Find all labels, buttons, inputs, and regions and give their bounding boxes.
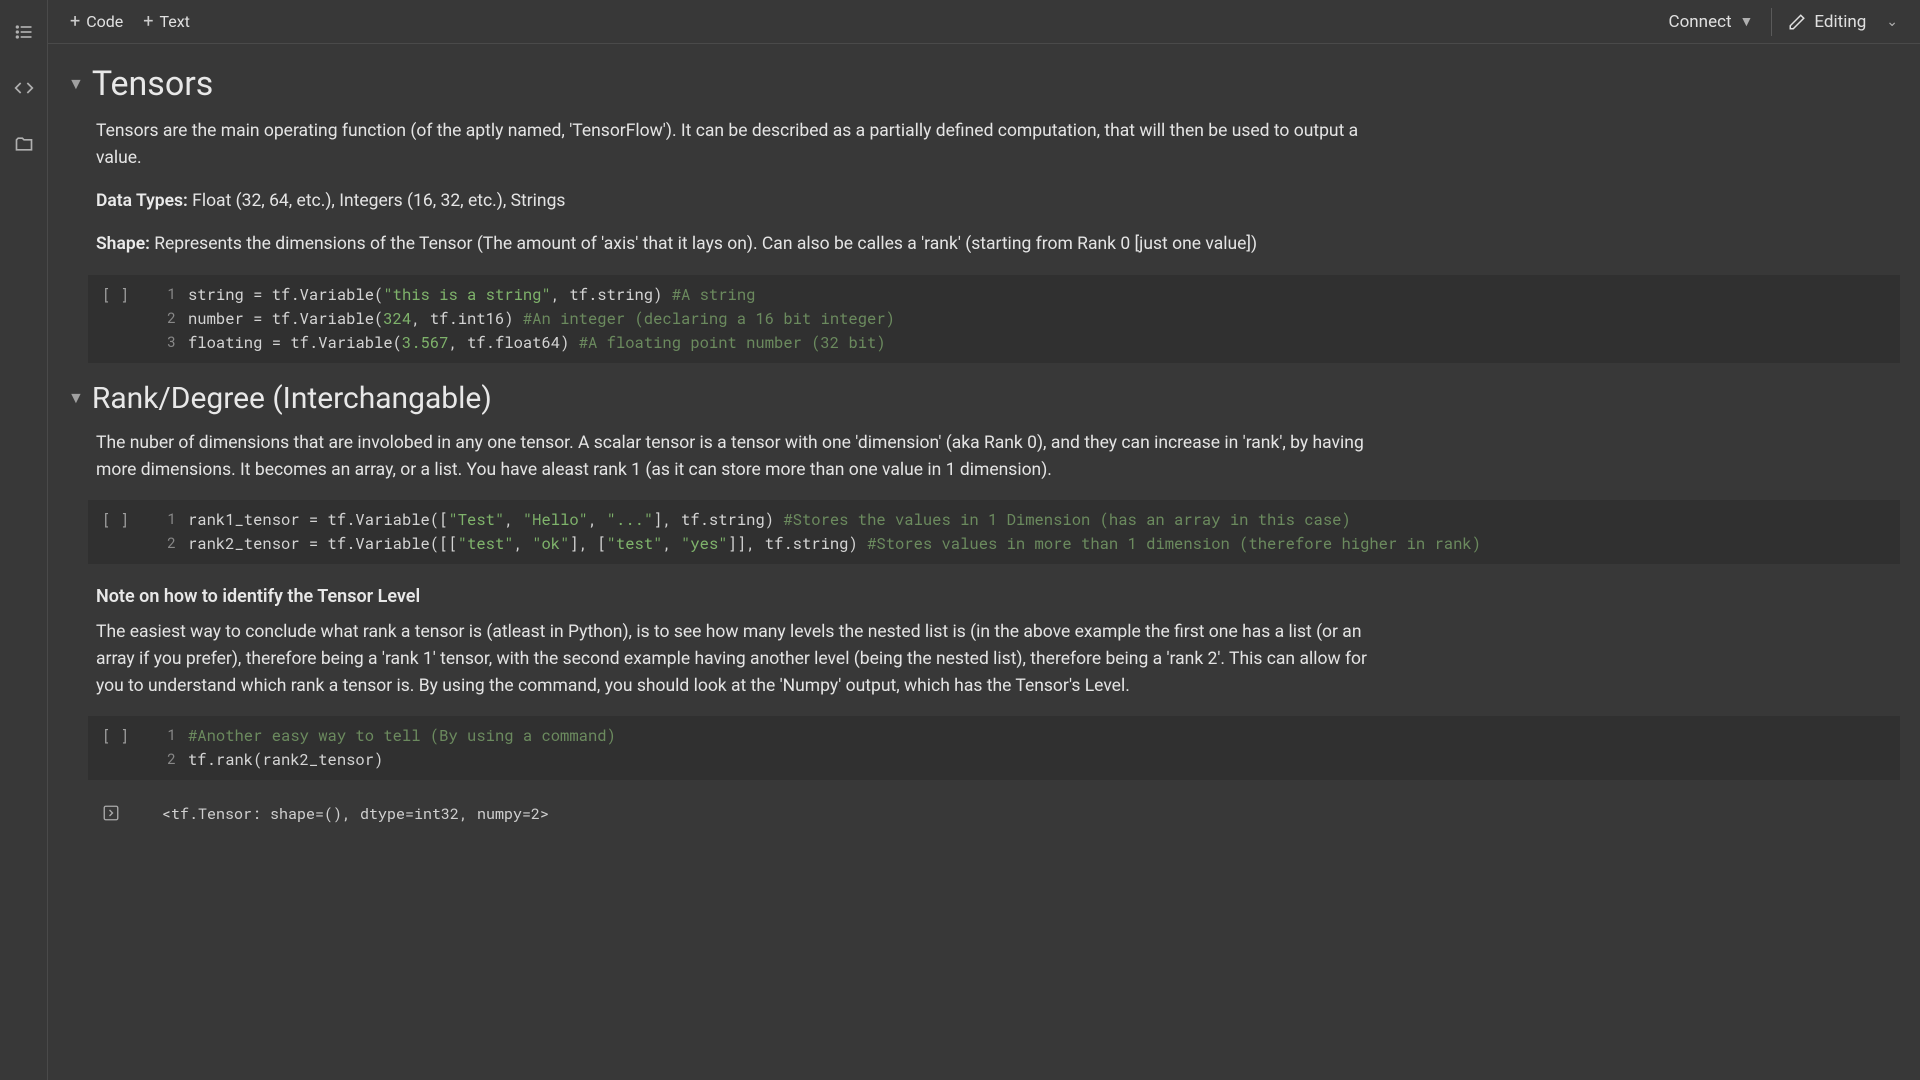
line-number: 2 xyxy=(148,307,176,331)
chevron-down-icon: ⌄ xyxy=(1886,14,1898,30)
main: + Code + Text Connect ▼ Editing ⌄ ▼ Tens… xyxy=(48,0,1920,1080)
code-snippets-icon[interactable] xyxy=(12,76,36,100)
line-number: 2 xyxy=(148,532,176,556)
subheader: Note on how to identify the Tensor Level xyxy=(96,586,1376,607)
connect-button[interactable]: Connect ▼ xyxy=(1657,6,1766,38)
files-icon[interactable] xyxy=(12,132,36,156)
notebook-content: ▼ Tensors Tensors are the main operating… xyxy=(48,44,1920,1080)
collapse-section-icon[interactable]: ▼ xyxy=(68,388,84,408)
paragraph: Tensors are the main operating function … xyxy=(96,118,1376,172)
code-line: 1rank1_tensor = tf.Variable(["Test", "He… xyxy=(148,508,1900,532)
code-area[interactable]: 1rank1_tensor = tf.Variable(["Test", "He… xyxy=(148,508,1900,556)
code-cell[interactable]: [ ] 1rank1_tensor = tf.Variable(["Test",… xyxy=(88,500,1900,564)
code-line: 1#Another easy way to tell (By using a c… xyxy=(148,724,1900,748)
collapse-section-icon[interactable]: ▼ xyxy=(68,74,84,94)
code-line: 2tf.rank(rank2_tensor) xyxy=(148,748,1900,772)
output-arrow-icon xyxy=(102,804,120,822)
paragraph: The nuber of dimensions that are involob… xyxy=(96,430,1376,484)
pencil-icon xyxy=(1788,13,1806,31)
left-rail xyxy=(0,0,48,1080)
chevron-down-icon: ▼ xyxy=(1740,13,1754,30)
editing-label: Editing xyxy=(1814,12,1866,32)
line-number: 3 xyxy=(148,331,176,355)
plus-icon: + xyxy=(70,13,80,31)
code-area[interactable]: 1string = tf.Variable("this is a string"… xyxy=(148,283,1900,355)
paragraph: Shape: Represents the dimensions of the … xyxy=(96,231,1376,258)
add-text-button[interactable]: + Text xyxy=(133,6,200,37)
cell-output: <tf.Tensor: shape=(), dtype=int32, numpy… xyxy=(88,798,1900,830)
code-line: 2rank2_tensor = tf.Variable([["test", "o… xyxy=(148,532,1900,556)
line-number: 1 xyxy=(148,508,176,532)
more-button[interactable]: ⌄ xyxy=(1876,8,1908,36)
code-area[interactable]: 1#Another easy way to tell (By using a c… xyxy=(148,724,1900,772)
cell-gutter[interactable]: [ ] xyxy=(88,724,148,772)
paragraph: Data Types: Float (32, 64, etc.), Intege… xyxy=(96,188,1376,215)
add-text-label: Text xyxy=(159,12,189,31)
cell-gutter[interactable]: [ ] xyxy=(88,283,148,355)
topbar: + Code + Text Connect ▼ Editing ⌄ xyxy=(48,0,1920,44)
code-line: 3floating = tf.Variable(3.567, tf.float6… xyxy=(148,331,1900,355)
section-title: Tensors xyxy=(92,64,213,104)
code-line: 2number = tf.Variable(324, tf.int16) #An… xyxy=(148,307,1900,331)
prose-block[interactable]: The nuber of dimensions that are involob… xyxy=(96,430,1376,484)
prose-block[interactable]: Tensors are the main operating function … xyxy=(96,118,1376,259)
output-gutter xyxy=(88,804,148,824)
section-header: ▼ Rank/Degree (Interchangable) xyxy=(68,381,1900,416)
plus-icon: + xyxy=(143,13,153,31)
line-number: 1 xyxy=(148,724,176,748)
section-header: ▼ Tensors xyxy=(68,64,1900,104)
line-number: 1 xyxy=(148,283,176,307)
cell-gutter[interactable]: [ ] xyxy=(88,508,148,556)
toc-icon[interactable] xyxy=(12,20,36,44)
section-title: Rank/Degree (Interchangable) xyxy=(92,381,492,416)
divider xyxy=(1771,8,1772,36)
code-cell[interactable]: [ ] 1string = tf.Variable("this is a str… xyxy=(88,275,1900,363)
editing-button[interactable]: Editing xyxy=(1778,6,1876,38)
add-code-button[interactable]: + Code xyxy=(60,6,133,37)
code-line: 1string = tf.Variable("this is a string"… xyxy=(148,283,1900,307)
code-cell[interactable]: [ ] 1#Another easy way to tell (By using… xyxy=(88,716,1900,780)
add-code-label: Code xyxy=(86,12,123,31)
prose-block[interactable]: Note on how to identify the Tensor Level… xyxy=(96,586,1376,700)
output-text: <tf.Tensor: shape=(), dtype=int32, numpy… xyxy=(162,804,549,824)
line-number: 2 xyxy=(148,748,176,772)
paragraph: The easiest way to conclude what rank a … xyxy=(96,619,1376,700)
connect-label: Connect xyxy=(1669,12,1732,32)
